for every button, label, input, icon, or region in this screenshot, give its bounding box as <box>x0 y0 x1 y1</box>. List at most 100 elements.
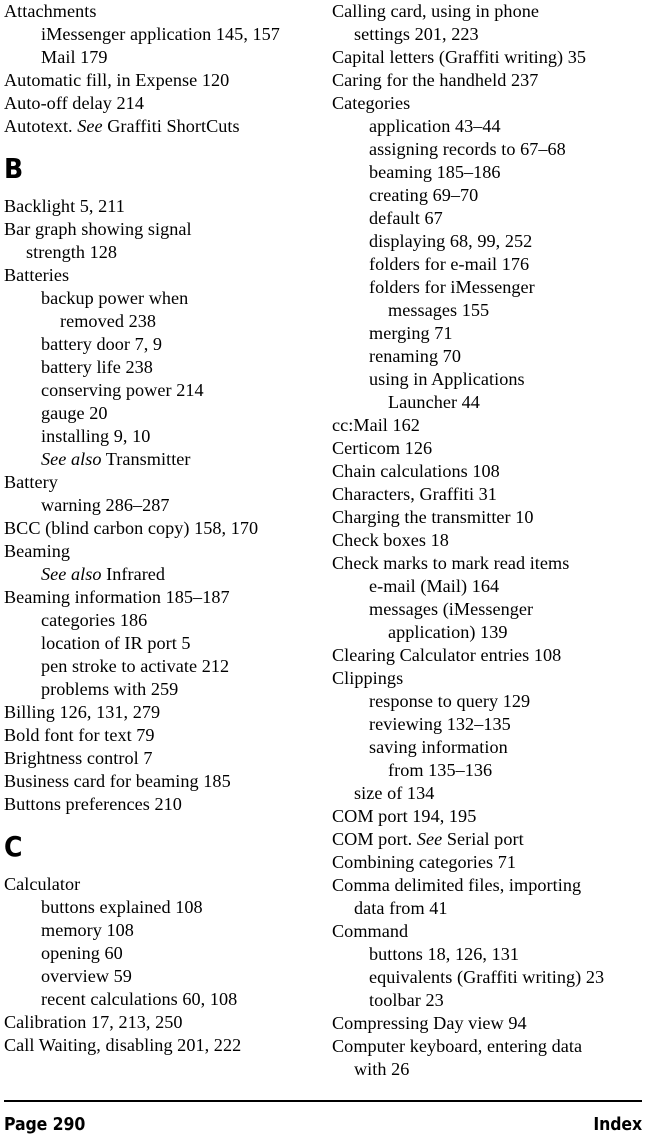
letter-heading-c: C <box>4 830 22 863</box>
index-entry: merging 71 <box>369 323 453 343</box>
index-entry: See also Infrared <box>41 564 166 584</box>
index-entry: Check boxes 18 <box>332 530 449 550</box>
index-entry: Launcher 44 <box>388 392 480 412</box>
index-entry: messages (iMessenger <box>369 599 534 619</box>
index-entry: size of 134 <box>354 783 435 803</box>
index-entry: application 43–44 <box>369 116 501 136</box>
index-entry: toolbar 23 <box>369 990 444 1010</box>
index-entry: opening 60 <box>41 943 123 963</box>
index-entry: Batteries <box>4 265 70 285</box>
index-entry: buttons explained 108 <box>41 897 203 917</box>
index-entry: creating 69–70 <box>369 185 479 205</box>
footer-rule <box>4 1100 642 1102</box>
index-entry: application) 139 <box>388 622 508 642</box>
index-entry: Computer keyboard, entering data <box>332 1036 583 1056</box>
index-columns: Attachments iMessenger application 145, 1… <box>0 0 646 1095</box>
cross-reference-label: See also <box>41 564 102 584</box>
index-entry: buttons 18, 126, 131 <box>369 944 520 964</box>
index-entry: See also Transmitter <box>41 449 191 469</box>
index-entry: Clippings <box>332 668 404 688</box>
index-entry: Command <box>332 921 409 941</box>
section-label: Index <box>593 1115 642 1135</box>
index-entry: cc:Mail 162 <box>332 415 420 435</box>
index-entry: categories 186 <box>41 610 148 630</box>
index-entry: COM port. See Serial port <box>332 829 524 849</box>
index-entry: Certicom 126 <box>332 438 433 458</box>
index-entry: Comma delimited files, importing <box>332 875 582 895</box>
index-entry: Calculator <box>4 874 81 894</box>
index-entry: COM port 194, 195 <box>332 806 477 826</box>
index-entry: renaming 70 <box>369 346 461 366</box>
index-entry: Bar graph showing signal <box>4 219 192 239</box>
index-entry: Battery <box>4 472 58 492</box>
index-entry: Business card for beaming 185 <box>4 771 231 791</box>
index-entry: battery door 7, 9 <box>41 334 163 354</box>
index-entry: warning 286–287 <box>41 495 170 515</box>
index-entry: Brightness control 7 <box>4 748 153 768</box>
index-column-left: Attachments iMessenger application 145, 1… <box>4 0 304 1057</box>
index-entry: battery life 238 <box>41 357 153 377</box>
index-entry: BCC (blind carbon copy) 158, 170 <box>4 518 259 538</box>
index-entry: backup power when <box>41 288 189 308</box>
index-entry: Backlight 5, 211 <box>4 196 125 216</box>
index-entry: removed 238 <box>60 311 157 331</box>
index-entry: Beaming <box>4 541 71 561</box>
index-entry: Clearing Calculator entries 108 <box>332 645 562 665</box>
index-entry: Autotext. See Graffiti ShortCuts <box>4 116 240 136</box>
index-entry: Bold font for text 79 <box>4 725 155 745</box>
index-entry: saving information <box>369 737 508 757</box>
index-entry: folders for e-mail 176 <box>369 254 530 274</box>
index-entry: Buttons preferences 210 <box>4 794 182 814</box>
letter-heading-b: B <box>4 152 23 185</box>
index-entry: Automatic fill, in Expense 120 <box>4 70 230 90</box>
index-entry: conserving power 214 <box>41 380 204 400</box>
index-entry: recent calculations 60, 108 <box>41 989 238 1009</box>
index-entry: Charging the transmitter 10 <box>332 507 534 527</box>
index-entry: Categories <box>332 93 411 113</box>
index-entry: default 67 <box>369 208 443 228</box>
cross-reference-label: See also <box>41 449 102 469</box>
index-entry: displaying 68, 99, 252 <box>369 231 533 251</box>
index-entry: equivalents (Graffiti writing) 23 <box>369 967 605 987</box>
index-entry: using in Applications <box>369 369 525 389</box>
index-entry: Chain calculations 108 <box>332 461 500 481</box>
index-entry: Calibration 17, 213, 250 <box>4 1012 183 1032</box>
index-entry: Calling card, using in phone <box>332 1 539 21</box>
page-number: Page 290 <box>4 1115 86 1135</box>
index-entry: data from 41 <box>354 898 448 918</box>
index-entry: messages 155 <box>388 300 490 320</box>
cross-reference-label: See <box>416 829 443 849</box>
index-entry: beaming 185–186 <box>369 162 501 182</box>
index-entry: with 26 <box>354 1059 410 1079</box>
index-entry: response to query 129 <box>369 691 531 711</box>
index-entry: Beaming information 185–187 <box>4 587 230 607</box>
index-entry: reviewing 132–135 <box>369 714 511 734</box>
index-entry: problems with 259 <box>41 679 179 699</box>
index-entry: installing 9, 10 <box>41 426 151 446</box>
index-entry: iMessenger application 145, 157 <box>41 24 280 44</box>
index-entry: overview 59 <box>41 966 132 986</box>
index-entry: e-mail (Mail) 164 <box>369 576 500 596</box>
index-column-right: Calling card, using in phone settings 201… <box>332 0 632 1081</box>
index-entry: assigning records to 67–68 <box>369 139 566 159</box>
index-entry: Attachments <box>4 1 97 21</box>
index-entry: from 135–136 <box>388 760 493 780</box>
page-footer: Page 290 Index <box>4 1095 642 1144</box>
index-entry: Compressing Day view 94 <box>332 1013 527 1033</box>
index-entry: memory 108 <box>41 920 134 940</box>
index-entry: location of IR port 5 <box>41 633 191 653</box>
index-entry: strength 128 <box>26 242 118 262</box>
index-page: Attachments iMessenger application 145, 1… <box>0 0 646 1144</box>
index-entry: Caring for the handheld 237 <box>332 70 539 90</box>
index-entry: Call Waiting, disabling 201, 222 <box>4 1035 242 1055</box>
index-entry: Check marks to mark read items <box>332 553 570 573</box>
index-entry: gauge 20 <box>41 403 108 423</box>
index-entry: folders for iMessenger <box>369 277 535 297</box>
index-entry: Characters, Graffiti 31 <box>332 484 497 504</box>
index-entry: Billing 126, 131, 279 <box>4 702 161 722</box>
index-entry: Combining categories 71 <box>332 852 517 872</box>
index-entry: Mail 179 <box>41 47 108 67</box>
cross-reference-label: See <box>77 116 103 136</box>
index-entry: settings 201, 223 <box>354 24 479 44</box>
index-entry: Capital letters (Graffiti writing) 35 <box>332 47 587 67</box>
